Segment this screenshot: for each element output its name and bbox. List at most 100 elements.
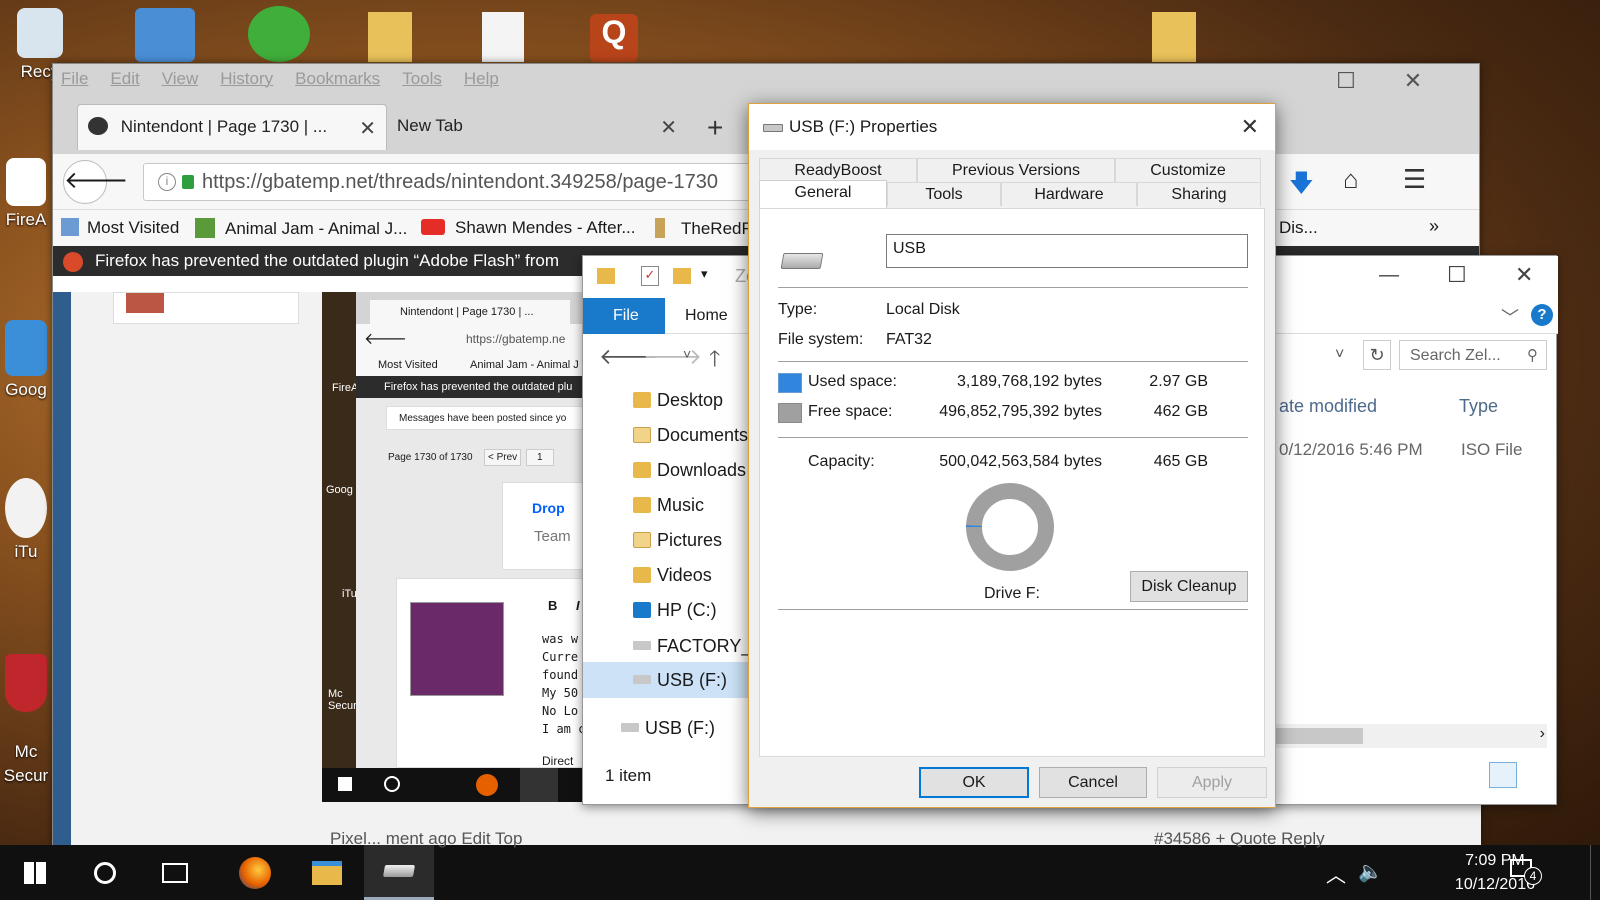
tab-close-icon[interactable]: ✕	[359, 116, 376, 141]
bookmark-most-visited[interactable]: Most Visited	[61, 218, 179, 238]
quick-access-dropdown-icon[interactable]: ▾	[701, 266, 708, 282]
tab-new-tab[interactable]: New Tab ✕	[387, 104, 687, 150]
back-button[interactable]: 🡐	[63, 160, 128, 204]
disk-cleanup-button[interactable]: Disk Cleanup	[1130, 571, 1248, 602]
tab-tools[interactable]: Tools	[887, 182, 1001, 206]
cortana-button[interactable]	[70, 845, 140, 900]
ok-button[interactable]: OK	[919, 767, 1029, 798]
home-icon[interactable]: ⌂	[1343, 164, 1359, 195]
task-view-button[interactable]	[140, 845, 210, 900]
desktop-icon-google[interactable]: Goog	[0, 320, 52, 400]
scroll-right-icon[interactable]: ›	[1540, 725, 1545, 743]
tree-item-desktop[interactable]: Desktop	[633, 390, 723, 411]
ribbon-file-tab[interactable]: File	[583, 298, 665, 334]
help-icon[interactable]: ?	[1531, 304, 1553, 326]
volume-label-input[interactable]: USB	[886, 234, 1248, 268]
forward-arrow-icon[interactable]: 🡒	[643, 344, 702, 370]
tab-nintendont[interactable]: Nintendont | Page 1730 | ... ✕	[77, 104, 387, 150]
menu-file[interactable]: File	[61, 69, 88, 89]
desktop-icon-firefox[interactable]: FireA	[0, 158, 52, 230]
desktop-icon-itunes[interactable]: iTu	[0, 478, 52, 562]
drive-label: Drive F:	[984, 585, 1040, 602]
tree-item-factory-image[interactable]: FACTORY_IM	[633, 636, 751, 657]
column-header-date-modified[interactable]: ate modified	[1279, 396, 1377, 417]
bookmark-theredf[interactable]: TheRedF	[655, 218, 752, 239]
taskbar-file-explorer[interactable]	[292, 845, 362, 900]
menu-tools[interactable]: Tools	[402, 69, 442, 89]
magic-wand-icon[interactable]	[135, 8, 195, 62]
bookmarks-chevron-icon[interactable]: »	[1429, 216, 1439, 237]
up-arrow-icon[interactable]: 🡑	[709, 342, 720, 380]
new-tab-button[interactable]: +	[707, 112, 723, 144]
tab-readyboost[interactable]: ReadyBoost	[759, 158, 917, 182]
tab-customize[interactable]: Customize	[1115, 158, 1261, 182]
refresh-icon[interactable]: ↻	[1363, 340, 1391, 370]
menu-edit[interactable]: Edit	[110, 69, 139, 89]
tree-item-usb-f-root[interactable]: USB (F:)	[621, 718, 715, 739]
details-view-icon[interactable]	[1489, 762, 1517, 788]
menu-history[interactable]: History	[220, 69, 273, 89]
minimize-icon[interactable]: —	[1379, 264, 1399, 287]
taskbar-usb-properties[interactable]	[364, 845, 434, 900]
menu-bookmarks[interactable]: Bookmarks	[295, 69, 380, 89]
search-input[interactable]: Search Zel... ⚲	[1399, 340, 1547, 370]
tab-sharing[interactable]: Sharing	[1137, 182, 1261, 206]
tab-general[interactable]: General	[759, 180, 887, 208]
bookmark-animal-jam[interactable]: Animal Jam - Animal J...	[195, 218, 407, 239]
menu-view[interactable]: View	[162, 69, 199, 89]
horizontal-scrollbar[interactable]: ›	[1273, 724, 1547, 748]
tree-item-pictures[interactable]: Pictures	[633, 530, 722, 551]
desktop-icon-mcafee[interactable]: Mc Secur	[0, 630, 52, 788]
tree-item-downloads[interactable]: Downloads	[633, 460, 746, 481]
taskbar-firefox[interactable]	[220, 845, 290, 900]
ribbon-home-tab[interactable]: Home	[685, 307, 728, 325]
file-row[interactable]: 0/12/2016 5:46 PM ISO File	[1273, 432, 1543, 466]
tree-item-usb-f[interactable]: USB (F:)	[633, 670, 727, 691]
scrollbar-thumb[interactable]	[1273, 728, 1363, 744]
maximize-icon[interactable]: ☐	[1447, 262, 1467, 288]
tree-label: Desktop	[657, 390, 724, 410]
ribbon-collapse-chevron-icon[interactable]: ﹀	[1501, 304, 1519, 330]
show-hidden-icons-chevron-icon[interactable]: ︿	[1326, 859, 1346, 888]
document-icon[interactable]	[482, 12, 524, 62]
cancel-button[interactable]: Cancel	[1039, 767, 1147, 798]
tree-item-hp-c[interactable]: HP (C:)	[633, 600, 717, 621]
large-icons-view-icon[interactable]	[1523, 762, 1551, 788]
q-app-icon[interactable]: Q	[590, 14, 638, 62]
nested-bold-button: B	[548, 598, 558, 613]
hamburger-menu-icon[interactable]: ☰	[1403, 164, 1426, 195]
tab-close-icon[interactable]: ✕	[660, 115, 677, 140]
nested-post-line: Curre	[542, 650, 579, 664]
folder-icon[interactable]	[368, 12, 412, 62]
recent-locations-chevron-icon[interactable]: ˅	[683, 346, 691, 362]
tree-item-music[interactable]: Music	[633, 495, 704, 516]
close-icon[interactable]: ✕	[1241, 114, 1259, 140]
bookmark-label: Shawn Mendes - After...	[455, 218, 636, 237]
maximize-icon[interactable]: ☐	[1323, 68, 1369, 94]
bookmark-shawn-mendes[interactable]: Shawn Mendes - After...	[421, 218, 635, 238]
volume-icon[interactable]: 🔈	[1358, 859, 1383, 884]
close-icon[interactable]: ✕	[1390, 68, 1436, 94]
address-dropdown-icon[interactable]: ˅	[1335, 346, 1344, 364]
new-folder-icon[interactable]	[673, 268, 691, 284]
folder-icon[interactable]	[1152, 12, 1196, 62]
page-info-icon[interactable]: i	[158, 173, 176, 191]
disk-usage-donut	[966, 483, 1054, 571]
close-icon[interactable]: ✕	[1515, 262, 1533, 288]
tree-label: Music	[657, 495, 705, 515]
sims-icon[interactable]	[248, 6, 310, 62]
action-center-button[interactable]: 4	[1506, 855, 1546, 891]
start-button[interactable]	[0, 845, 70, 900]
column-header-type[interactable]: Type	[1459, 396, 1498, 417]
bookmark-overflow-item[interactable]: Dis...	[1279, 218, 1318, 238]
tab-previous-versions[interactable]: Previous Versions	[917, 158, 1115, 182]
tree-item-videos[interactable]: Videos	[633, 565, 712, 586]
tree-item-documents[interactable]: Documents	[633, 425, 748, 446]
properties-check-icon[interactable]: ✓	[641, 266, 659, 286]
apply-button[interactable]: Apply	[1157, 767, 1267, 798]
downloads-icon[interactable]: 🡇	[1289, 166, 1314, 207]
tab-hardware[interactable]: Hardware	[1001, 182, 1137, 206]
menu-help[interactable]: Help	[464, 69, 499, 89]
nested-direct-label: Direct	[542, 754, 574, 768]
show-desktop-button[interactable]	[1590, 845, 1600, 900]
